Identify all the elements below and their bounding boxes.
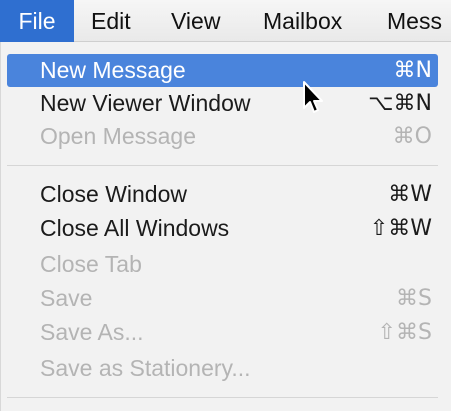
menu-separator <box>7 397 438 398</box>
mouse-pointer-icon <box>302 80 326 116</box>
menu-item-label: Close All Windows <box>40 215 230 241</box>
menubar-message[interactable]: Mess <box>387 0 442 42</box>
menu-item-shortcut: ⌘O <box>392 124 432 149</box>
menu-item-label: Save as Stationery... <box>40 355 251 381</box>
menu-item-shortcut: ⇧⌘S <box>377 320 432 345</box>
menu-item-close-tab: Close Tab <box>7 248 438 281</box>
menu-item-close-all-windows[interactable]: Close All Windows ⇧⌘W <box>7 212 438 245</box>
menu-item-label: Close Tab <box>40 251 142 277</box>
menu-item-label: Save As... <box>40 319 144 345</box>
menu-item-label: New Message <box>40 57 186 83</box>
menu-item-new-viewer-window[interactable]: New Viewer Window ⌥⌘N <box>7 87 438 120</box>
menu-item-shortcut: ⌘S <box>396 286 432 311</box>
menu-item-open-message: Open Message ⌘O <box>7 120 438 153</box>
menubar-mailbox[interactable]: Mailbox <box>263 0 342 42</box>
menu-separator <box>7 165 438 166</box>
menu-bar: File Edit View Mailbox Mess <box>0 0 451 42</box>
menu-item-shortcut: ⇧⌘W <box>369 216 432 241</box>
menu-item-shortcut: ⌥⌘N <box>368 91 432 116</box>
menubar-file[interactable]: File <box>0 0 74 42</box>
menu-item-new-message[interactable]: New Message ⌘N <box>7 54 438 87</box>
menu-item-label: New Viewer Window <box>40 90 251 116</box>
menu-item-save-as-stationery: Save as Stationery... <box>7 352 438 385</box>
menubar-view[interactable]: View <box>171 0 220 42</box>
menu-item-close-window[interactable]: Close Window ⌘W <box>7 178 438 211</box>
menu-item-save-as: Save As... ⇧⌘S <box>7 316 438 349</box>
menu-item-save: Save ⌘S <box>7 282 438 315</box>
menu-item-label: Open Message <box>40 123 196 149</box>
file-menu: New Message ⌘N New Viewer Window ⌥⌘N Ope… <box>0 42 451 411</box>
menu-item-label: Close Window <box>40 181 187 207</box>
menu-item-shortcut: ⌘N <box>393 58 432 83</box>
menu-item-label: Save <box>40 285 93 311</box>
menu-item-shortcut: ⌘W <box>388 182 432 207</box>
menubar-edit[interactable]: Edit <box>91 0 131 42</box>
